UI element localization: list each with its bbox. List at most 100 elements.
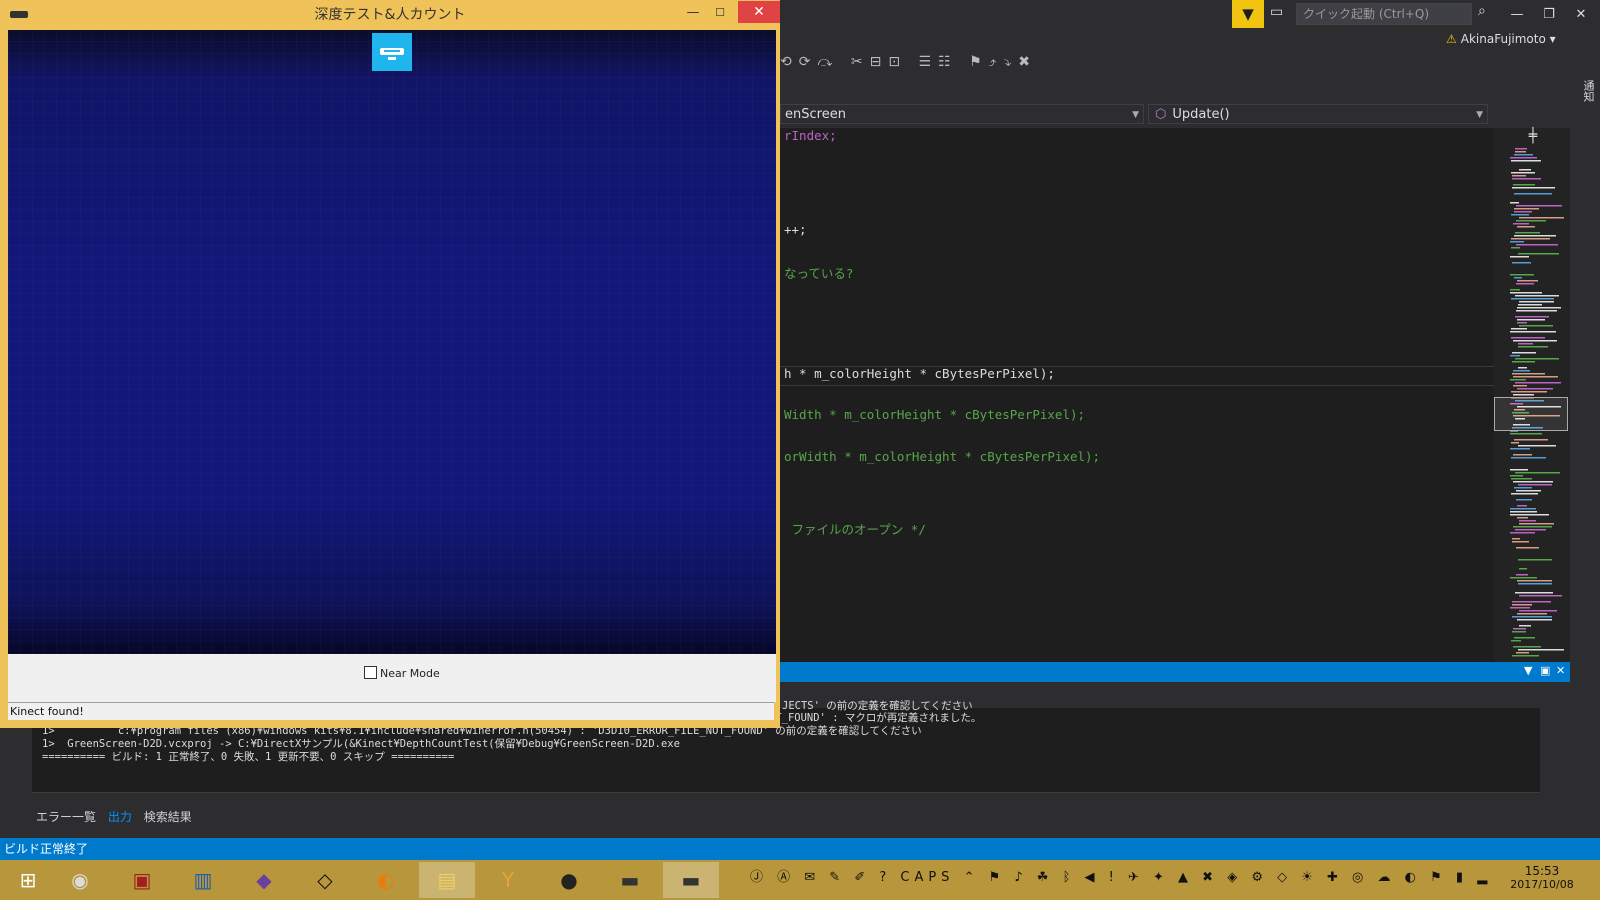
chevron-down-icon[interactable]: ▼ xyxy=(1524,664,1532,677)
vs-close-button[interactable]: ✕ xyxy=(1566,4,1596,26)
method-navigation-dropdown[interactable]: ⬡ Update() ▼ xyxy=(1148,104,1488,124)
taskbar-app-visual-studio[interactable]: ◆ xyxy=(236,862,292,898)
filter-notify-icon[interactable]: ▼ xyxy=(1232,0,1264,28)
kinect-sensor-icon xyxy=(372,33,412,71)
taskbar-app-file-explorer[interactable]: ▤ xyxy=(419,862,475,898)
minimap-stripe xyxy=(1513,526,1552,528)
minimap-stripe xyxy=(1515,529,1546,531)
minimap-stripe xyxy=(1513,184,1535,186)
output-vertical-scrollbar[interactable] xyxy=(1540,708,1556,792)
taskbar-app-torch[interactable]: Y xyxy=(480,862,536,898)
vs-restore-button[interactable]: ❐ xyxy=(1534,4,1564,26)
minimap-stripe xyxy=(1517,505,1527,507)
code-minimap[interactable] xyxy=(1494,128,1570,662)
tab-find-results[interactable]: 検索結果 xyxy=(140,808,196,826)
account-menu[interactable]: ⚠ AkinaFujimoto ▾ xyxy=(1446,32,1556,46)
maximize-icon[interactable]: ▣ xyxy=(1540,664,1550,677)
code-line: Width * m_colorHeight * cBytesPerPixel); xyxy=(784,407,1086,422)
minimap-stripe xyxy=(1514,235,1556,237)
notifications-side-tab[interactable]: 通知 xyxy=(1576,80,1596,120)
taskbar-app-blender[interactable]: ◐ xyxy=(358,862,414,898)
code-line: orWidth * m_colorHeight * cBytesPerPixel… xyxy=(784,449,1101,464)
status-text: ビルド正常終了 xyxy=(4,842,89,856)
minimap-stripe xyxy=(1516,499,1532,501)
checkbox-box[interactable] xyxy=(364,666,377,679)
system-tray[interactable]: Ⓙ Ⓐ ✉ ✎ ✐ ? CAPS ⌃ ⚑ ♪ ☘ ᛒ ◀ ! ✈ ✦ ▲ ✖ ◈… xyxy=(750,866,1490,894)
close-icon[interactable]: ✕ xyxy=(1556,664,1565,677)
search-icon[interactable]: ⌕ xyxy=(1478,3,1486,19)
vs-status-bar: ビルド正常終了 xyxy=(0,838,1600,860)
app-maximize-button[interactable]: ☐ xyxy=(707,2,733,24)
nav-class-label: enScreen xyxy=(785,107,846,122)
minimap-stripe xyxy=(1512,616,1552,618)
minimap-stripe xyxy=(1519,625,1531,627)
minimap-stripe xyxy=(1517,619,1552,621)
taskbar-app-kinect-1[interactable]: ▬ xyxy=(602,862,658,898)
minimap-stripe xyxy=(1510,292,1542,294)
minimap-stripe xyxy=(1516,283,1534,285)
minimap-stripe xyxy=(1514,439,1548,441)
near-mode-checkbox[interactable]: Near Mode xyxy=(364,666,440,682)
vs-toolbar: ⟲⟳⤼ ✂⊟⊡ ☰☷ ⚑⤴⤵✖ xyxy=(780,54,1038,70)
taskbar-app-unity[interactable]: ◇ xyxy=(297,862,353,898)
minimap-stripe xyxy=(1518,484,1552,486)
minimap-stripe xyxy=(1511,247,1520,249)
minimap-stripe xyxy=(1515,148,1527,150)
vs-minimize-button[interactable]: — xyxy=(1502,4,1532,26)
minimap-stripe xyxy=(1519,169,1531,171)
app-minimize-button[interactable]: — xyxy=(680,2,706,24)
minimap-stripe xyxy=(1518,367,1527,369)
minimap-stripe xyxy=(1513,340,1557,342)
minimap-stripe xyxy=(1513,481,1553,483)
feedback-icon[interactable]: ▭ xyxy=(1270,4,1290,24)
taskbar-app-robot[interactable]: ▣ xyxy=(114,862,170,898)
tab-error-list[interactable]: エラー一覧 xyxy=(32,808,100,826)
minimap-viewport[interactable] xyxy=(1494,397,1568,431)
minimap-stripe xyxy=(1512,631,1526,633)
minimap-stripe xyxy=(1516,244,1558,246)
minimap-stripe xyxy=(1515,358,1559,360)
minimap-stripe xyxy=(1517,280,1538,282)
minimap-stripe xyxy=(1510,577,1537,579)
code-line: ファイルのオープン */ xyxy=(784,522,926,537)
class-navigation-dropdown[interactable]: enScreen ▼ xyxy=(780,104,1144,124)
minimap-stripe xyxy=(1516,205,1562,207)
minimap-stripe xyxy=(1511,214,1529,216)
minimap-stripe xyxy=(1510,331,1556,333)
current-line-highlight xyxy=(770,366,1494,386)
start-button[interactable]: ⊞ xyxy=(0,862,56,898)
minimap-stripe xyxy=(1512,538,1520,540)
minimap-stripe xyxy=(1511,172,1535,174)
minimap-stripe xyxy=(1513,385,1527,387)
minimap-stripe xyxy=(1514,637,1535,639)
minimap-stripe xyxy=(1518,445,1556,447)
minimap-stripe xyxy=(1516,310,1557,312)
minimap-stripe xyxy=(1512,352,1536,354)
minimap-stripe xyxy=(1511,337,1545,339)
kinect-icon xyxy=(10,11,28,18)
taskbar-clock[interactable]: 15:53 2017/10/08 xyxy=(1494,864,1590,891)
minimap-stripe xyxy=(1510,202,1519,204)
minimap-stripe xyxy=(1519,325,1553,327)
minimap-stripe xyxy=(1510,355,1520,357)
output-pane-header: ▼ ▣ ✕ xyxy=(770,662,1570,682)
app-close-button[interactable]: ✕ xyxy=(738,1,780,23)
code-editor[interactable]: rIndex; ++; なっている? h * m_colorHeight * c… xyxy=(770,128,1494,662)
taskbar-app-steam[interactable]: ● xyxy=(541,862,597,898)
minimap-stripe xyxy=(1513,454,1532,456)
taskbar-app-kinect-2[interactable]: ▬ xyxy=(663,862,719,898)
tab-output[interactable]: 出力 xyxy=(104,808,136,826)
minimap-stripe xyxy=(1519,568,1527,570)
minimap-stripe xyxy=(1517,517,1528,519)
minimap-stripe xyxy=(1517,580,1552,582)
minimap-stripe xyxy=(1512,262,1531,264)
minimap-stripe xyxy=(1519,595,1562,597)
quick-launch-input[interactable]: クイック起動 (Ctrl+Q) xyxy=(1296,3,1472,25)
split-icon[interactable]: ╪ xyxy=(1524,128,1542,144)
minimap-stripe xyxy=(1510,508,1536,510)
output-horizontal-scrollbar[interactable] xyxy=(32,792,1540,807)
taskbar-app-blueprint[interactable]: ▥ xyxy=(175,862,231,898)
minimap-stripe xyxy=(1518,343,1533,345)
minimap-stripe xyxy=(1510,274,1534,276)
taskbar-app-media-player[interactable]: ◉ xyxy=(52,862,108,898)
